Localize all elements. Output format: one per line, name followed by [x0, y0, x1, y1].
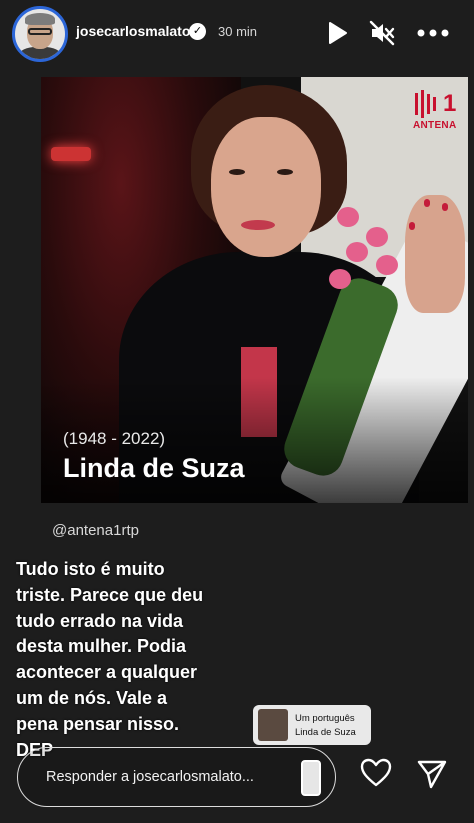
nail	[424, 199, 430, 207]
photo-lips	[241, 220, 275, 230]
more-icon[interactable]	[416, 20, 450, 46]
logo-number: 1	[443, 90, 457, 117]
send-icon[interactable]	[416, 758, 448, 790]
post-source-handle[interactable]: @antena1rtp	[52, 522, 139, 539]
logo-bar	[415, 93, 418, 115]
story-caption: Tudo isto é muito triste. Parece que deu…	[16, 559, 204, 760]
sticker-button[interactable]	[301, 760, 321, 796]
logo-brand: ANTENA	[413, 120, 457, 131]
nail	[442, 203, 448, 211]
photo-eye-right	[277, 169, 293, 175]
nail	[409, 222, 415, 230]
rose	[366, 227, 388, 247]
reply-bar[interactable]	[17, 747, 336, 807]
play-icon[interactable]	[324, 20, 350, 46]
rose	[376, 255, 398, 275]
rose	[329, 269, 351, 289]
username[interactable]: josecarlosmalato	[76, 23, 190, 39]
antena1-logo: 1 ANTENA	[413, 90, 459, 134]
reply-input[interactable]	[46, 766, 306, 788]
heart-icon[interactable]	[360, 757, 392, 789]
background-lamp	[51, 147, 91, 161]
music-thumbnail	[258, 709, 288, 741]
rose	[346, 242, 368, 262]
avatar[interactable]	[12, 6, 68, 62]
avatar-hair	[25, 13, 55, 25]
photo-hand	[405, 195, 465, 313]
music-sticker[interactable]: Um português Linda de Suza	[253, 705, 371, 745]
music-artist: Um português	[295, 713, 355, 724]
post-time: 30 min	[218, 24, 258, 39]
story-viewer[interactable]: josecarlosmalato ✓ 30 min 1 ANTENA (1948…	[0, 0, 474, 823]
avatar-shoulders	[19, 47, 61, 59]
mute-icon[interactable]	[369, 20, 395, 46]
verified-badge-icon: ✓	[189, 23, 206, 40]
logo-bar	[421, 90, 424, 118]
photo-face	[211, 117, 321, 257]
photo-eye-left	[229, 169, 245, 175]
post-years: (1948 - 2022)	[63, 429, 166, 448]
logo-bar	[433, 97, 436, 111]
story-header: josecarlosmalato ✓ 30 min	[0, 0, 474, 70]
antena1-logo-bars	[415, 90, 445, 118]
rose	[337, 207, 359, 227]
shared-post-card[interactable]: 1 ANTENA (1948 - 2022) Linda de Suza	[41, 77, 468, 503]
music-title: Linda de Suza	[295, 727, 356, 738]
avatar-glasses	[28, 28, 52, 35]
post-name: Linda de Suza	[63, 453, 245, 483]
logo-bar	[427, 94, 430, 114]
